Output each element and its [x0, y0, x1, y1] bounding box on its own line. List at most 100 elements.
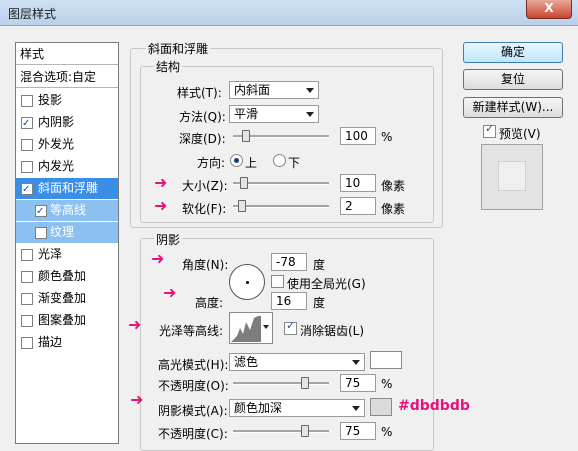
title-bar: 图层样式 X — [0, 0, 578, 26]
shadow-opacity-slider-track[interactable] — [233, 430, 329, 433]
soften-unit: 像素 — [381, 202, 406, 216]
direction-label: 方向: — [197, 156, 226, 170]
checkbox[interactable] — [35, 201, 47, 222]
shadow-mode-select[interactable]: 颜色加深 — [229, 399, 365, 417]
gloss-contour-picker[interactable] — [229, 312, 273, 344]
checkbox[interactable] — [35, 227, 47, 239]
highlight-opacity-slider-thumb[interactable] — [301, 377, 309, 389]
depth-slider-thumb[interactable] — [242, 130, 250, 142]
depth-unit: % — [381, 130, 393, 144]
style-item-outer-glow[interactable]: 外发光 — [16, 134, 118, 155]
shadow-opacity-label: 不透明度(C): — [158, 427, 228, 441]
annotation-arrow-icon: ➜ — [128, 315, 142, 334]
style-item-gradient-overlay[interactable]: 渐变叠加 — [16, 288, 118, 309]
global-light-checkbox[interactable] — [271, 275, 284, 288]
annotation-arrow-icon: ➜ — [130, 390, 144, 409]
style-list: 样式 混合选项:自定 投影 内阴影 外发光 内发光 斜面和浮雕 等高线 纹理 光… — [15, 42, 119, 444]
annotation-arrow-icon: ➜ — [154, 173, 168, 192]
highlight-color-swatch[interactable] — [370, 351, 402, 369]
angle-dial-center — [246, 281, 249, 284]
style-item-contour[interactable]: 等高线 — [16, 200, 118, 222]
checkbox[interactable] — [21, 293, 33, 305]
style-item-drop-shadow[interactable]: 投影 — [16, 90, 118, 111]
window-title: 图层样式 — [8, 7, 57, 21]
depth-input[interactable]: 100 — [340, 127, 376, 145]
angle-label: 角度(N): — [182, 258, 229, 272]
close-icon: X — [544, 1, 554, 15]
soften-slider-track[interactable] — [233, 205, 329, 208]
highlight-opacity-slider-track[interactable] — [233, 382, 329, 385]
angle-dial[interactable] — [229, 264, 265, 300]
style-item-bevel-emboss[interactable]: 斜面和浮雕 — [16, 178, 118, 200]
bevel-emboss-title: 斜面和浮雕 — [146, 40, 211, 57]
anti-alias-checkbox[interactable] — [284, 319, 297, 335]
shadow-color-annotation: #dbdbdb — [398, 398, 470, 414]
checkbox[interactable] — [21, 249, 33, 261]
angle-input[interactable]: -78 — [271, 253, 307, 271]
checkbox[interactable] — [21, 271, 33, 283]
chevron-down-icon — [306, 88, 314, 93]
style-item-inner-shadow[interactable]: 内阴影 — [16, 112, 118, 134]
highlight-mode-select[interactable]: 滤色 — [229, 353, 365, 371]
gloss-contour-label: 光泽等高线: — [159, 324, 224, 338]
size-label: 大小(Z): — [182, 179, 228, 193]
size-slider-thumb[interactable] — [240, 177, 248, 189]
checkbox[interactable] — [21, 113, 33, 134]
annotation-arrow-icon: ➜ — [154, 196, 168, 215]
shadow-opacity-slider-thumb[interactable] — [301, 425, 309, 437]
chevron-down-icon — [263, 325, 269, 329]
anti-alias-label: 消除锯齿(L) — [300, 324, 365, 338]
blend-options-item[interactable]: 混合选项:自定 — [16, 66, 118, 88]
direction-down-radio[interactable] — [273, 154, 286, 167]
checkbox[interactable] — [21, 337, 33, 349]
preview-label: 预览(V) — [499, 127, 541, 141]
soften-label: 软化(F): — [182, 202, 227, 216]
soften-input[interactable]: 2 — [340, 197, 376, 215]
style-item-pattern-overlay[interactable]: 图案叠加 — [16, 310, 118, 331]
annotation-arrow-icon: ➜ — [151, 249, 165, 268]
annotation-arrow-icon: ➜ — [163, 283, 177, 302]
chevron-down-icon — [306, 112, 314, 117]
style-item-texture[interactable]: 纹理 — [16, 222, 118, 243]
style-label: 样式(T): — [177, 86, 222, 100]
checkbox[interactable] — [21, 161, 33, 173]
checkbox[interactable] — [21, 179, 33, 200]
checkbox[interactable] — [21, 315, 33, 327]
close-button[interactable]: X — [526, 0, 572, 19]
highlight-opacity-label: 不透明度(O): — [158, 379, 229, 393]
checkbox[interactable] — [21, 95, 33, 107]
highlight-mode-label: 高光模式(H): — [158, 358, 229, 372]
chevron-down-icon — [352, 406, 360, 411]
checkbox[interactable] — [21, 139, 33, 151]
technique-select[interactable]: 平滑 — [229, 105, 319, 123]
reset-button[interactable]: 复位 — [463, 69, 563, 90]
direction-down-label: 下 — [288, 156, 301, 170]
direction-up-label: 上 — [245, 156, 258, 170]
angle-unit: 度 — [313, 258, 326, 272]
soften-slider-thumb[interactable] — [238, 200, 246, 212]
shadow-mode-label: 阴影模式(A): — [158, 404, 228, 418]
ok-button[interactable]: 确定 — [463, 42, 563, 63]
style-item-color-overlay[interactable]: 颜色叠加 — [16, 266, 118, 287]
depth-label: 深度(D): — [179, 132, 226, 146]
contour-curve-icon — [231, 316, 261, 342]
style-item-satin[interactable]: 光泽 — [16, 244, 118, 265]
style-item-inner-glow[interactable]: 内发光 — [16, 156, 118, 177]
bevel-style-select[interactable]: 内斜面 — [229, 81, 319, 99]
shadow-opacity-input[interactable]: 75 — [340, 422, 376, 440]
size-input[interactable]: 10 — [340, 174, 376, 192]
shading-title: 阴影 — [154, 231, 183, 248]
chevron-down-icon — [352, 360, 360, 365]
highlight-opacity-unit: % — [381, 377, 393, 391]
direction-up-radio[interactable] — [230, 154, 243, 167]
shadow-opacity-unit: % — [381, 425, 393, 439]
technique-label: 方法(Q): — [179, 110, 226, 124]
style-item-stroke[interactable]: 描边 — [16, 332, 118, 353]
altitude-unit: 度 — [313, 296, 326, 310]
size-unit: 像素 — [381, 179, 406, 193]
altitude-input[interactable]: 16 — [271, 292, 307, 310]
preview-checkbox[interactable] — [483, 122, 496, 138]
new-style-button[interactable]: 新建样式(W)... — [463, 97, 563, 118]
highlight-opacity-input[interactable]: 75 — [340, 374, 376, 392]
shadow-color-swatch[interactable] — [370, 398, 392, 416]
